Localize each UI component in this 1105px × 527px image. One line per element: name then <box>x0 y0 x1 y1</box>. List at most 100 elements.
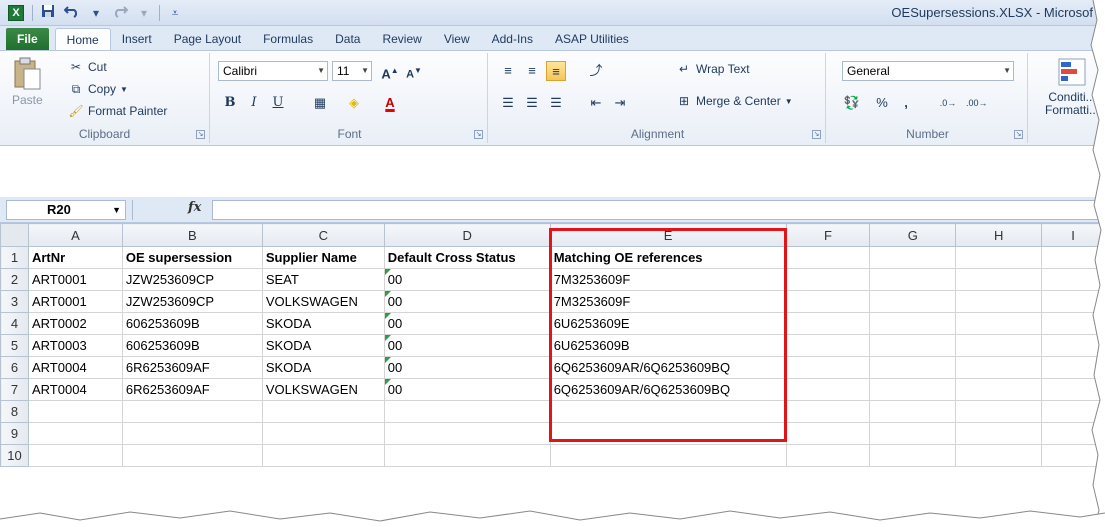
borders-icon[interactable]: ▦ <box>310 93 330 113</box>
cell[interactable]: 6Q6253609AR/6Q6253609BQ <box>549 378 787 401</box>
row-header[interactable]: 4 <box>0 312 29 335</box>
cell[interactable] <box>785 268 871 291</box>
column-header-d[interactable]: D <box>383 223 551 247</box>
column-header-c[interactable]: C <box>261 223 385 247</box>
cell[interactable] <box>955 334 1043 357</box>
percent-style-button[interactable]: % <box>872 93 892 113</box>
chevron-down-icon[interactable]: ▼ <box>112 201 121 219</box>
copy-button[interactable]: ⧉ Copy ▼ <box>68 81 128 97</box>
cut-button[interactable]: ✂ Cut <box>68 59 107 75</box>
cell[interactable]: 606253609B <box>121 312 263 335</box>
chevron-down-icon[interactable]: ▼ <box>361 62 369 80</box>
row-header[interactable]: 3 <box>0 290 29 313</box>
column-header-f[interactable]: F <box>785 223 871 247</box>
cell[interactable]: ArtNr <box>27 246 123 269</box>
cell[interactable]: 606253609B <box>121 334 263 357</box>
cell[interactable] <box>955 356 1043 379</box>
underline-button[interactable]: U <box>268 93 288 113</box>
bold-button[interactable]: B <box>220 93 240 113</box>
row-header[interactable]: 5 <box>0 334 29 357</box>
cell[interactable] <box>27 444 123 467</box>
cell[interactable]: 7M3253609F <box>549 268 787 291</box>
cell[interactable] <box>27 422 123 445</box>
excel-app-icon[interactable]: X <box>8 5 24 21</box>
tab-insert[interactable]: Insert <box>111 28 163 50</box>
cell[interactable]: 7M3253609F <box>549 290 787 313</box>
cell[interactable] <box>383 422 551 445</box>
cell[interactable] <box>869 246 957 269</box>
cell[interactable] <box>869 356 957 379</box>
cell[interactable] <box>785 400 871 423</box>
cell[interactable] <box>955 378 1043 401</box>
cell[interactable] <box>869 400 957 423</box>
align-top-icon[interactable]: ≡ <box>498 61 518 81</box>
cell[interactable] <box>955 422 1043 445</box>
cell[interactable]: 6U6253609B <box>549 334 787 357</box>
name-box[interactable]: R20 ▼ <box>6 200 126 220</box>
wrap-text-button[interactable]: ↵ Wrap Text <box>676 61 750 77</box>
font-dialog-launcher-icon[interactable]: ↘ <box>474 130 483 139</box>
chevron-down-icon[interactable]: ▼ <box>1003 62 1011 80</box>
cell[interactable]: SKODA <box>261 312 385 335</box>
cell[interactable]: 6U6253609E <box>549 312 787 335</box>
cell[interactable] <box>383 400 551 423</box>
align-middle-icon[interactable]: ≡ <box>522 61 542 81</box>
cell[interactable]: VOLKSWAGEN <box>261 290 385 313</box>
cell[interactable]: ART0001 <box>27 268 123 291</box>
column-header-h[interactable]: H <box>955 223 1043 247</box>
align-right-icon[interactable]: ☰ <box>546 93 566 113</box>
tab-review[interactable]: Review <box>371 28 432 50</box>
decrease-indent-icon[interactable]: ⇤ <box>586 93 606 113</box>
grow-font-icon[interactable]: A▲ <box>380 61 400 81</box>
cell[interactable] <box>27 400 123 423</box>
cell[interactable]: 00 <box>383 356 551 379</box>
align-center-icon[interactable]: ☰ <box>522 93 542 113</box>
cell[interactable]: 6R6253609AF <box>121 356 263 379</box>
column-header-g[interactable]: G <box>869 223 957 247</box>
number-dialog-launcher-icon[interactable]: ↘ <box>1014 130 1023 139</box>
row-header[interactable]: 6 <box>0 356 29 379</box>
cell[interactable] <box>549 422 787 445</box>
cell[interactable]: SKODA <box>261 356 385 379</box>
chevron-down-icon[interactable]: ▾ <box>87 4 105 22</box>
row-header[interactable]: 1 <box>0 246 29 269</box>
cell[interactable]: 00 <box>383 378 551 401</box>
align-bottom-icon[interactable]: ≡ <box>546 61 566 81</box>
cell[interactable] <box>785 422 871 445</box>
column-header-e[interactable]: E <box>549 223 787 247</box>
column-header-b[interactable]: B <box>121 223 263 247</box>
redo-icon[interactable] <box>111 4 129 22</box>
cell[interactable] <box>785 444 871 467</box>
column-header-a[interactable]: A <box>27 223 123 247</box>
comma-style-button[interactable]: , <box>896 93 916 113</box>
cell[interactable] <box>955 444 1043 467</box>
insert-function-icon[interactable]: fx <box>188 200 201 215</box>
cell[interactable] <box>955 268 1043 291</box>
tab-view[interactable]: View <box>433 28 481 50</box>
increase-indent-icon[interactable]: ⇥ <box>610 93 630 113</box>
cell[interactable] <box>383 444 551 467</box>
accounting-format-icon[interactable]: 💱 <box>842 93 862 113</box>
cell[interactable]: 00 <box>383 268 551 291</box>
cell[interactable] <box>785 312 871 335</box>
increase-decimal-icon[interactable]: .0→ <box>938 93 958 113</box>
font-size-combo[interactable]: 11 ▼ <box>332 61 372 81</box>
clipboard-dialog-launcher-icon[interactable]: ↘ <box>196 130 205 139</box>
customize-qat-icon[interactable]: ⩡ <box>166 4 184 22</box>
cell[interactable] <box>261 400 385 423</box>
chevron-down-icon[interactable]: ▼ <box>785 97 793 106</box>
cell[interactable]: VOLKSWAGEN <box>261 378 385 401</box>
cell[interactable] <box>785 246 871 269</box>
chevron-down-icon[interactable]: ▼ <box>317 62 325 80</box>
cell[interactable]: 6R6253609AF <box>121 378 263 401</box>
decrease-decimal-icon[interactable]: .00→ <box>966 93 988 113</box>
cell[interactable]: ART0002 <box>27 312 123 335</box>
fill-color-icon[interactable]: ◈ <box>344 93 364 113</box>
merge-center-button[interactable]: ⊞ Merge & Center ▼ <box>676 93 793 109</box>
alignment-dialog-launcher-icon[interactable]: ↘ <box>812 130 821 139</box>
row-header[interactable]: 7 <box>0 378 29 401</box>
cell[interactable] <box>549 400 787 423</box>
tab-data[interactable]: Data <box>324 28 371 50</box>
tab-asap-utilities[interactable]: ASAP Utilities <box>544 28 640 50</box>
cell[interactable]: SEAT <box>261 268 385 291</box>
